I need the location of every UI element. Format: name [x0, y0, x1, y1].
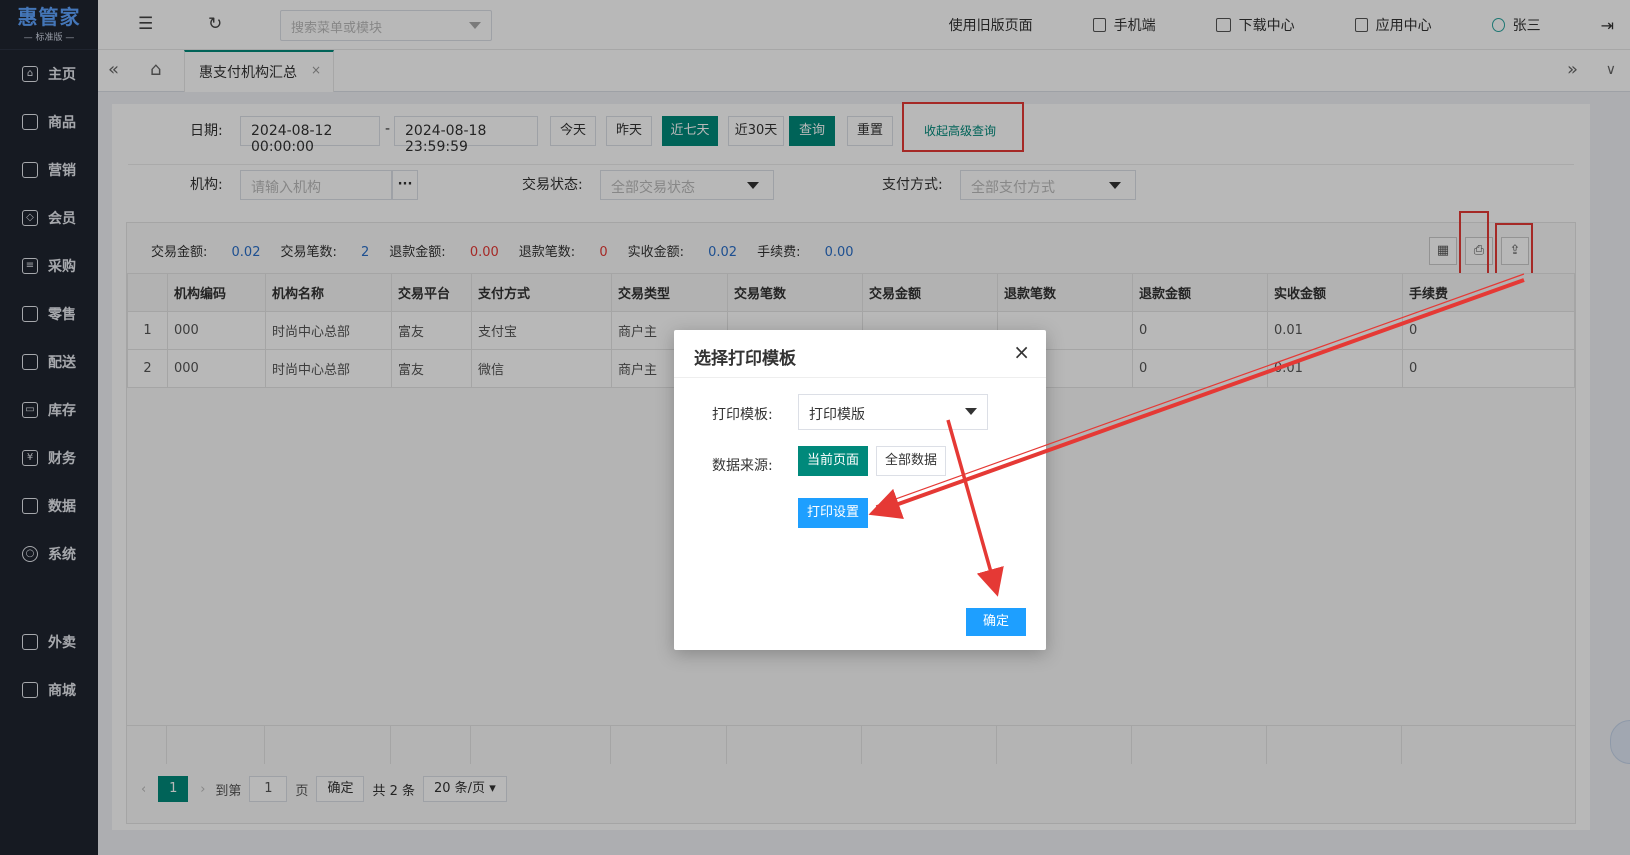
confirm-button[interactable]: 确定 [966, 608, 1026, 636]
template-select[interactable]: 打印模版 [798, 394, 988, 430]
chevron-down-icon [965, 408, 977, 415]
template-label: 打印模板: [712, 407, 773, 423]
dialog-title: 选择打印模板 [674, 330, 1046, 378]
current-page-button[interactable]: 当前页面 [798, 446, 868, 476]
source-label: 数据来源: [712, 458, 773, 474]
all-data-button[interactable]: 全部数据 [876, 446, 946, 476]
print-settings-button[interactable]: 打印设置 [798, 498, 868, 528]
close-icon[interactable]: × [1013, 340, 1030, 364]
print-template-dialog: 选择打印模板 × 打印模板: 打印模版 数据来源: 当前页面 全部数据 打印设置… [674, 330, 1046, 650]
